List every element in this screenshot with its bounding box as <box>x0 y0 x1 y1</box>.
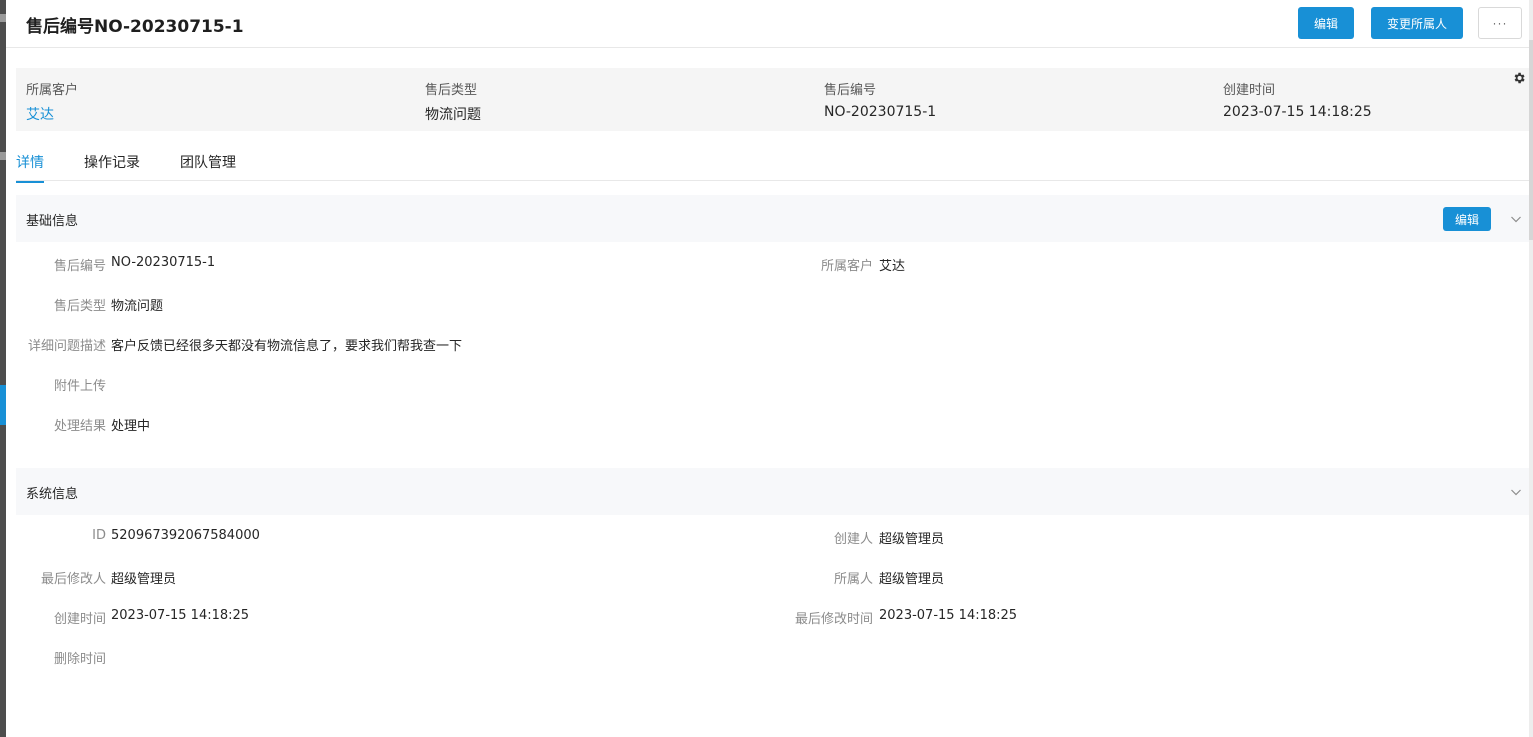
system-info-title: 系统信息 <box>26 487 79 502</box>
field-value: 超级管理员 <box>879 572 945 587</box>
basic-info-edit-button[interactable]: 编辑 <box>1443 207 1491 231</box>
summary-customer-label: 所属客户 <box>26 83 79 98</box>
edge-glyph <box>0 152 6 160</box>
tab-team-management[interactable]: 团队管理 <box>180 152 236 181</box>
left-window-edge <box>0 0 6 737</box>
field-label: 创建时间 <box>53 612 106 627</box>
field-label: ID <box>92 528 106 543</box>
field-label: 所属人 <box>833 572 873 587</box>
summary-type: 售后类型 物流问题 <box>425 79 481 124</box>
summary-number-label: 售后编号 <box>824 83 877 98</box>
tab-bar: 详情 操作记录 团队管理 <box>16 148 1529 183</box>
field-label: 最后修改人 <box>40 572 106 587</box>
customer-link[interactable]: 艾达 <box>879 255 905 274</box>
summary-customer: 所属客户 艾达 <box>26 79 78 124</box>
summary-created-label: 创建时间 <box>1223 83 1276 98</box>
field-label: 详细问题描述 <box>27 339 106 354</box>
field-label: 售后类型 <box>53 299 106 314</box>
chevron-down-icon[interactable] <box>1510 486 1522 498</box>
field-value: 2023-07-15 14:18:25 <box>111 608 250 623</box>
basic-info-header[interactable]: 基础信息 编辑 <box>16 195 1529 242</box>
change-owner-button[interactable]: 变更所属人 <box>1371 7 1463 39</box>
field-label: 创建人 <box>833 532 873 547</box>
page-title: 售后编号NO-20230715-1 <box>26 17 244 37</box>
tab-details[interactable]: 详情 <box>16 152 44 183</box>
basic-info-title: 基础信息 <box>26 214 79 229</box>
field-label: 附件上传 <box>53 379 106 394</box>
edge-accent <box>0 385 6 425</box>
scrollbar[interactable] <box>1529 0 1533 737</box>
field-value: 2023-07-15 14:18:25 <box>879 608 1018 623</box>
summary-number-value: NO-20230715-1 <box>824 104 937 120</box>
field-label: 所属客户 <box>820 259 873 274</box>
field-value: 物流问题 <box>111 299 164 314</box>
field-value: 520967392067584000 <box>111 528 260 543</box>
summary-type-value: 物流问题 <box>425 107 481 123</box>
edit-button[interactable]: 编辑 <box>1298 7 1354 39</box>
field-label: 最后修改时间 <box>794 612 873 627</box>
field-value: 客户反馈已经很多天都没有物流信息了，要求我们帮我查一下 <box>111 339 463 354</box>
scrollbar-thumb[interactable] <box>1529 40 1533 240</box>
gear-icon[interactable] <box>1512 71 1526 85</box>
field-label: 处理结果 <box>53 419 106 434</box>
field-value: 超级管理员 <box>879 532 945 547</box>
field-label: 售后编号 <box>53 259 106 274</box>
summary-type-label: 售后类型 <box>425 83 478 98</box>
tab-operation-log[interactable]: 操作记录 <box>84 152 140 181</box>
summary-bar: 所属客户 艾达 售后类型 物流问题 售后编号 NO-20230715-1 创建时… <box>16 68 1529 131</box>
summary-created-value: 2023-07-15 14:18:25 <box>1223 104 1372 120</box>
summary-number: 售后编号 NO-20230715-1 <box>824 79 936 120</box>
field-value: 超级管理员 <box>111 572 177 587</box>
field-value: NO-20230715-1 <box>111 255 216 270</box>
page-header: 售后编号NO-20230715-1 编辑 变更所属人 ··· <box>6 0 1529 48</box>
summary-customer-link[interactable]: 艾达 <box>26 104 78 124</box>
system-info-header[interactable]: 系统信息 <box>16 468 1529 515</box>
chevron-down-icon[interactable] <box>1510 213 1522 225</box>
field-value: 处理中 <box>111 419 151 434</box>
summary-created: 创建时间 2023-07-15 14:18:25 <box>1223 79 1372 120</box>
more-actions-button[interactable]: ··· <box>1478 7 1522 39</box>
field-label: 删除时间 <box>53 652 106 667</box>
